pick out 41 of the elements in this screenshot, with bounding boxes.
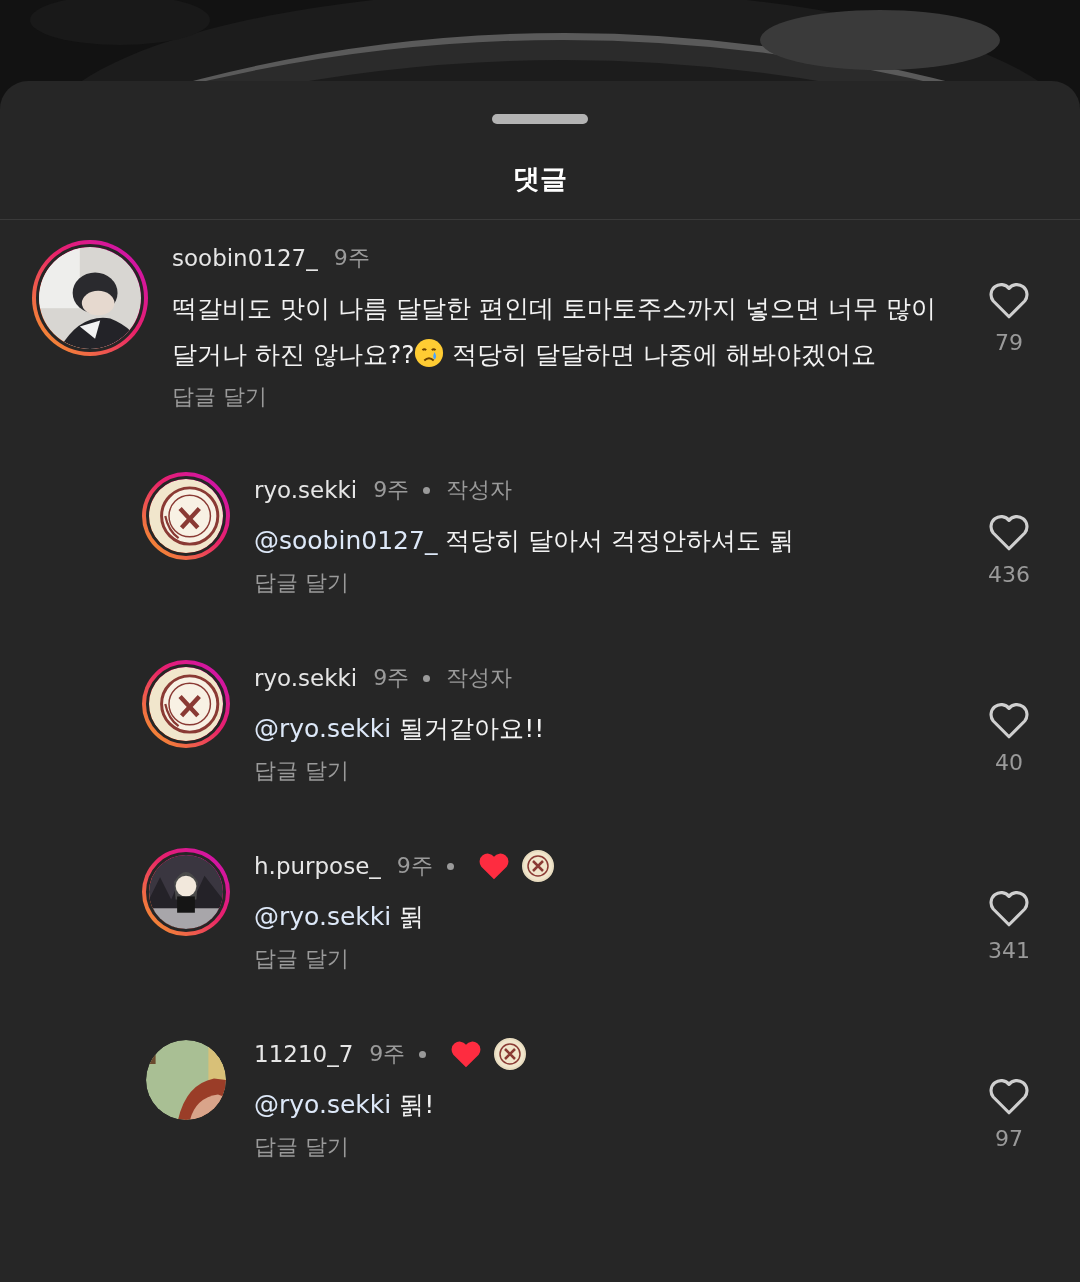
like-count: 97	[995, 1126, 1023, 1151]
creator-avatar-icon	[494, 1038, 527, 1070]
comment-text: @ryo.sekki 될거같아요!!	[254, 713, 545, 745]
comment-text: 떡갈비도 맛이 나름 달달한 편인데 토마토주스까지 넣으면 너무 많이 달거나 하진 않나요?? 적당히 달달하면 나중에 해봐야겠어요	[172, 293, 937, 371]
sheet-title: 댓글	[512, 162, 568, 196]
separator-dot	[423, 674, 431, 682]
drag-handle[interactable]	[492, 114, 588, 124]
reply-link[interactable]: 답글 달기	[254, 756, 349, 786]
comment-text: @ryo.sekki 됡	[254, 901, 425, 933]
timestamp: 9주	[373, 476, 410, 504]
reply-link[interactable]: 답글 달기	[172, 382, 267, 412]
separator-dot	[423, 486, 431, 494]
separator-dot	[419, 1050, 427, 1058]
reply-link[interactable]: 답글 달기	[254, 1132, 349, 1162]
comment-text: @ryo.sekki 됡!	[254, 1089, 435, 1121]
like-icon[interactable]	[988, 282, 1030, 320]
timestamp: 9주	[396, 852, 433, 880]
timestamp: 9주	[333, 244, 370, 272]
author-label: 작성자	[446, 476, 513, 504]
reply-link[interactable]: 답글 달기	[254, 568, 349, 598]
timestamp: 9주	[373, 664, 410, 692]
like-icon[interactable]	[988, 514, 1030, 552]
like-icon[interactable]	[988, 890, 1030, 928]
like-count: 341	[988, 938, 1030, 963]
username[interactable]: 11210_7	[254, 1041, 354, 1067]
like-count: 436	[988, 562, 1030, 587]
timestamp: 9주	[369, 1040, 406, 1068]
separator-dot	[446, 862, 454, 870]
like-count: 40	[995, 750, 1023, 775]
username[interactable]: ryo.sekki	[254, 665, 358, 691]
crying-face-icon	[414, 338, 445, 368]
creator-avatar-icon	[521, 850, 554, 882]
author-label: 작성자	[446, 664, 513, 692]
like-count: 79	[995, 330, 1023, 355]
like-icon[interactable]	[988, 1078, 1030, 1116]
username[interactable]: ryo.sekki	[254, 477, 358, 503]
username[interactable]: h.purpose_	[254, 853, 381, 879]
reply-link[interactable]: 답글 달기	[254, 944, 349, 974]
like-icon[interactable]	[988, 702, 1030, 740]
username[interactable]: soobin0127_	[172, 245, 318, 271]
comment-text: @soobin0127_ 적당히 달아서 걱정안하셔도 됡	[254, 525, 795, 557]
